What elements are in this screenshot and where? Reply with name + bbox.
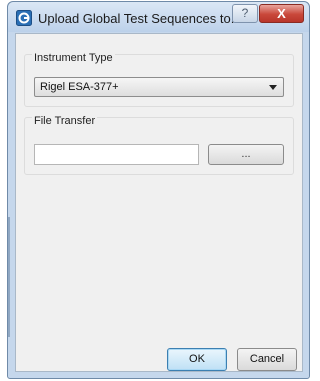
help-button[interactable]: ? [232, 4, 258, 23]
dialog-window: Upload Global Test Sequences to... ? X I… [7, 1, 310, 379]
dialog-content: Instrument Type Rigel ESA-377+ File Tran… [15, 33, 303, 372]
cancel-button[interactable]: Cancel [237, 348, 297, 371]
instrument-type-value: Rigel ESA-377+ [40, 81, 119, 93]
file-path-input[interactable] [34, 144, 199, 165]
instrument-type-select[interactable]: Rigel ESA-377+ [34, 77, 284, 97]
app-icon [16, 10, 32, 26]
ok-button[interactable]: OK [167, 348, 227, 371]
browse-button[interactable]: ... [208, 144, 284, 165]
chevron-down-icon [269, 85, 277, 90]
title-bar[interactable]: Upload Global Test Sequences to... ? X [8, 2, 309, 32]
window-edge [8, 217, 10, 337]
file-transfer-label: File Transfer [32, 115, 98, 127]
help-icon: ? [241, 6, 249, 20]
instrument-type-group: Instrument Type Rigel ESA-377+ [24, 52, 294, 107]
file-transfer-group: File Transfer ... [24, 115, 294, 175]
dialog-title: Upload Global Test Sequences to... [38, 11, 242, 26]
instrument-type-label: Instrument Type [32, 52, 115, 64]
close-button[interactable]: X [259, 4, 304, 23]
close-icon: X [277, 6, 286, 21]
